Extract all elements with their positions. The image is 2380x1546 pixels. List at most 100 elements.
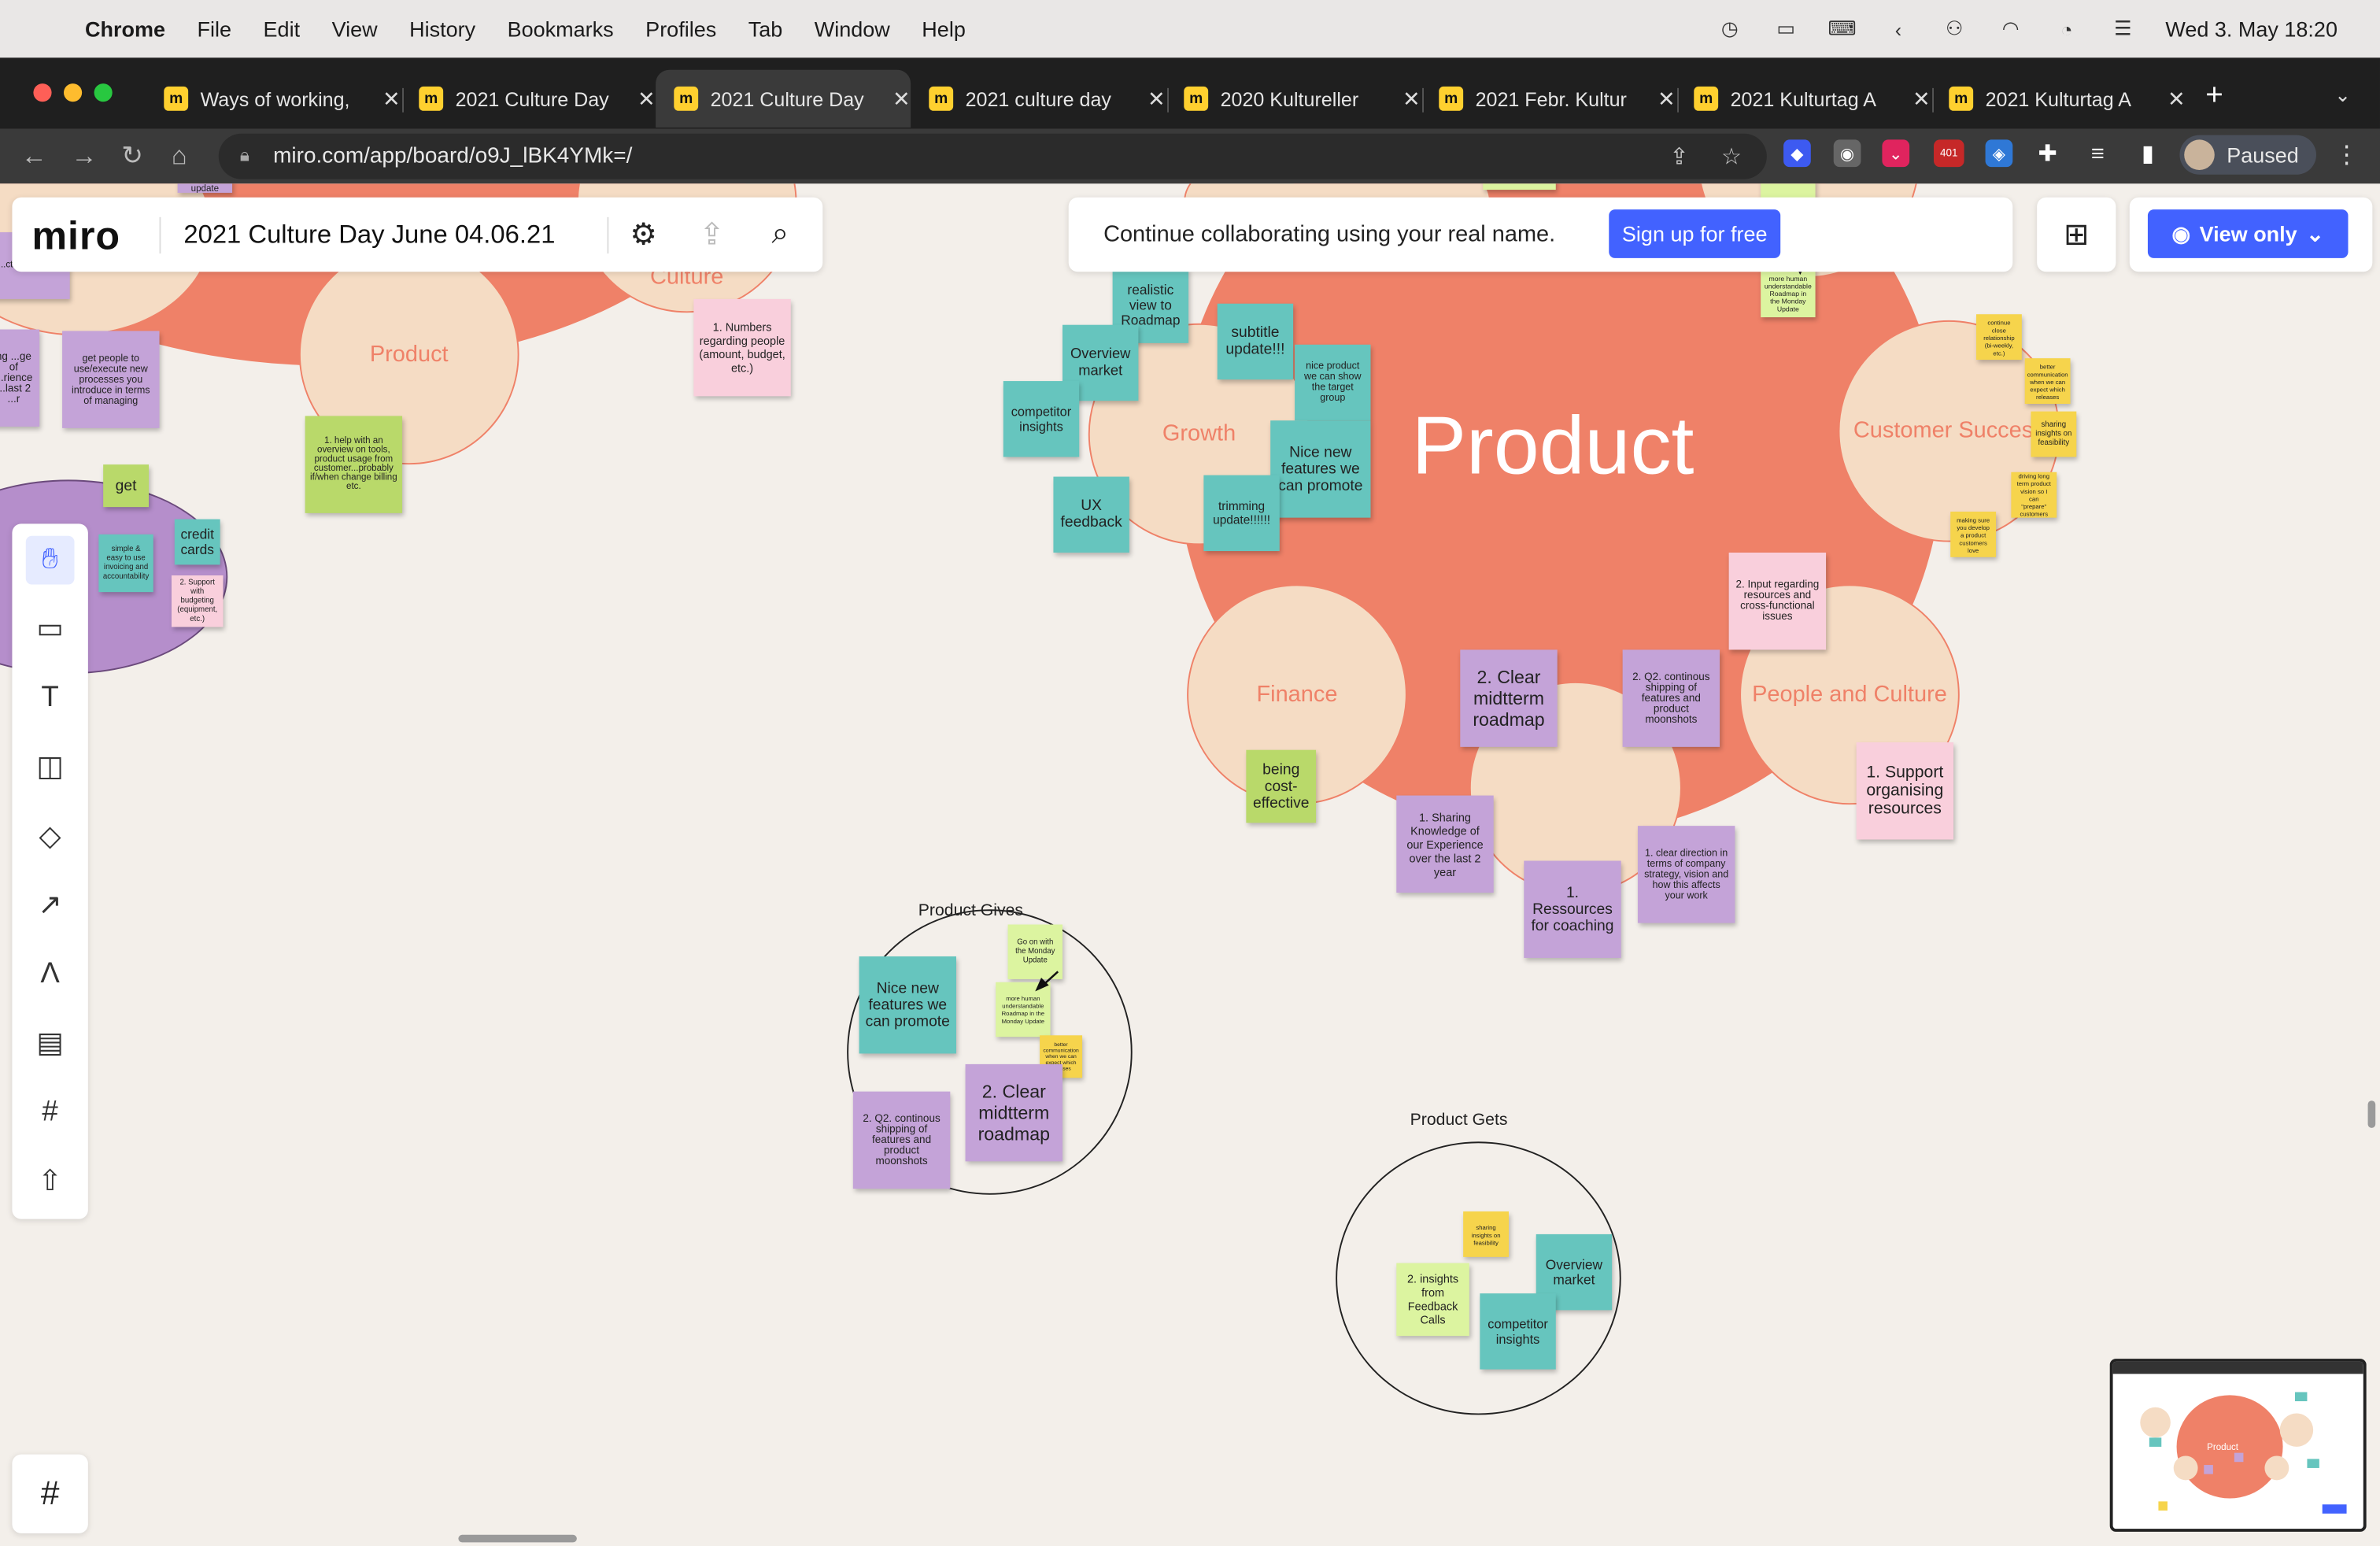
browser-tab-7[interactable]: m 2021 Kulturtag A ✕ xyxy=(1676,70,1931,128)
eye-icon: ◉ xyxy=(2171,220,2191,246)
home-icon[interactable]: ⌂ xyxy=(172,141,187,172)
view-mode-panel: ◉ View only ⌄ xyxy=(2129,197,2373,272)
menu-view[interactable]: View xyxy=(332,17,378,41)
profile-button[interactable]: Paused xyxy=(2179,135,2316,175)
reload-icon[interactable]: ↻ xyxy=(121,141,142,172)
left-toolbar: ✋︎ ▭ T ◫ ◇ ↗ Λ ▤ # ⇧ xyxy=(12,523,88,1219)
share-page-icon[interactable]: ⇪ xyxy=(1669,142,1688,170)
arrowhead-mid xyxy=(1035,977,1049,992)
wifi-icon[interactable]: ◔ xyxy=(2053,17,2081,40)
vertical-scrollbar[interactable] xyxy=(2367,1100,2376,1128)
settings-icon[interactable]: ⚙ xyxy=(626,216,662,252)
window-close-icon[interactable] xyxy=(33,83,52,102)
battery-icon[interactable]: ▭ xyxy=(1772,17,1800,39)
miro-favicon-icon: m xyxy=(419,86,444,111)
url-text[interactable]: miro.com/app/board/o9J_lBK4YMk=/ xyxy=(273,144,632,168)
browser-tab-8[interactable]: m 2021 Kulturtag A ✕ xyxy=(1931,70,2186,128)
chevron-down-icon: ⌄ xyxy=(2306,220,2324,246)
vpn-icon[interactable]: ◠ xyxy=(1997,17,2024,39)
apps-icon[interactable]: ⊞ xyxy=(2037,197,2116,272)
back-icon[interactable]: ← xyxy=(21,141,47,172)
close-tab-icon[interactable]: ✕ xyxy=(893,86,911,112)
browser-tab-4[interactable]: m 2021 culture day ✕ xyxy=(911,70,1166,128)
extension-icon[interactable]: ◉ xyxy=(1833,139,1861,168)
window-zoom-icon[interactable] xyxy=(94,83,113,102)
side-panel-icon[interactable]: ▮ xyxy=(2134,139,2162,167)
menu-history[interactable]: History xyxy=(409,17,475,41)
close-tab-icon[interactable]: ✕ xyxy=(2168,86,2186,112)
miro-favicon-icon: m xyxy=(929,86,954,111)
board-name[interactable]: 2021 Culture Day June 04.06.21 xyxy=(183,220,555,251)
view-only-label: View only xyxy=(2199,221,2297,246)
browser-tab-2[interactable]: m 2021 Culture Day ✕ xyxy=(401,70,656,128)
browser-tab-1[interactable]: m Ways of working, ✕ xyxy=(146,70,401,128)
signup-button[interactable]: Sign up for free xyxy=(1609,209,1781,258)
collaborate-banner: Continue collaborating using your real n… xyxy=(1068,197,2013,272)
pocket-extension-icon[interactable]: ⌄ xyxy=(1882,139,1910,168)
chevron-left-icon[interactable]: ‹ xyxy=(1885,17,1913,40)
address-bar-row: ← → ↻ ⌂ 🔒︎ miro.com/app/board/o9J_lBK4YM… xyxy=(0,128,2380,184)
search-icon[interactable]: ⌕ xyxy=(762,216,798,252)
close-tab-icon[interactable]: ✕ xyxy=(1148,86,1166,112)
miro-favicon-icon: m xyxy=(1949,86,1974,111)
time-machine-icon[interactable]: ◷ xyxy=(1716,17,1743,39)
close-tab-icon[interactable]: ✕ xyxy=(382,86,401,112)
tab-search-chevron-icon[interactable]: ⌄ xyxy=(2334,83,2351,108)
browser-tab-strip: m Ways of working, ✕ m 2021 Culture Day ✕ m2… xyxy=(0,57,2380,129)
comment-icon[interactable]: ▭ xyxy=(26,605,75,653)
shapes-icon[interactable]: ◇ xyxy=(26,812,75,861)
menu-edit[interactable]: Edit xyxy=(264,17,301,41)
control-center-icon[interactable]: ☰ xyxy=(2109,17,2137,39)
miro-board-canvas[interactable]: Product Culture P&L update ...cts your w… xyxy=(0,183,2380,1546)
minimap[interactable]: Product xyxy=(2109,1359,2367,1532)
arrow-icon[interactable]: ↗ xyxy=(26,881,75,930)
miro-top-bar: miro 2021 Culture Day June 04.06.21 ⚙ ⇪ … xyxy=(12,197,823,272)
hand-icon[interactable]: ✋︎ xyxy=(25,535,75,585)
collab-text: Continue collaborating using your real n… xyxy=(1103,221,1556,248)
miro-favicon-icon: m xyxy=(674,86,699,111)
accessibility-icon[interactable]: ⚇ xyxy=(1941,17,1968,39)
lock-icon[interactable]: 🔒︎ xyxy=(240,144,249,167)
pen-icon[interactable]: Λ xyxy=(26,950,75,999)
browser-tab-6[interactable]: m 2021 Febr. Kultur ✕ xyxy=(1421,70,1676,128)
miro-logo[interactable]: miro xyxy=(31,213,120,260)
menu-app-name[interactable]: Chrome xyxy=(85,17,165,41)
menu-profiles[interactable]: Profiles xyxy=(645,17,716,41)
menu-file[interactable]: File xyxy=(198,17,232,41)
bookmark-star-icon[interactable]: ☆ xyxy=(1721,142,1742,170)
menu-tab[interactable]: Tab xyxy=(748,17,783,41)
connector-arrows xyxy=(1035,213,1806,992)
bitwarden-extension-icon[interactable]: ◆ xyxy=(1783,139,1811,168)
share-icon[interactable]: ⇪ xyxy=(693,216,730,252)
menu-datetime[interactable]: Wed 3. May 18:20 xyxy=(2165,17,2338,41)
close-tab-icon[interactable]: ✕ xyxy=(1658,86,1676,112)
text-icon[interactable]: T xyxy=(26,674,75,723)
keyboard-icon[interactable]: ⌨ xyxy=(1828,17,1856,39)
omnibox[interactable]: 🔒︎ miro.com/app/board/o9J_lBK4YMk=/ ⇪ ☆ xyxy=(218,133,1767,179)
close-tab-icon[interactable]: ✕ xyxy=(1913,86,1931,112)
view-only-button[interactable]: ◉ View only ⌄ xyxy=(2147,209,2349,258)
sticky-note-icon[interactable]: ◫ xyxy=(26,742,75,791)
menu-bookmarks[interactable]: Bookmarks xyxy=(508,17,614,41)
frames-panel-icon[interactable]: # xyxy=(12,1454,88,1533)
horizontal-scrollbar[interactable] xyxy=(458,1534,577,1543)
template-icon[interactable]: ▤ xyxy=(26,1019,75,1067)
window-minimize-icon[interactable] xyxy=(63,83,83,102)
close-tab-icon[interactable]: ✕ xyxy=(638,86,656,112)
upload-icon[interactable]: ⇧ xyxy=(26,1157,75,1206)
forward-icon[interactable]: → xyxy=(72,141,98,172)
browser-tab-5[interactable]: m 2020 Kultureller ✕ xyxy=(1166,70,1421,128)
macos-menu-bar: Chrome File Edit View History Bookmarks … xyxy=(0,0,2380,58)
menu-window[interactable]: Window xyxy=(815,17,890,41)
badge-extension-icon[interactable]: 401 xyxy=(1933,139,1964,168)
menu-help[interactable]: Help xyxy=(922,17,966,41)
close-tab-icon[interactable]: ✕ xyxy=(1402,86,1421,112)
frame-icon[interactable]: # xyxy=(26,1089,75,1137)
screen-extension-icon[interactable]: ◈ xyxy=(1985,139,2013,168)
miro-favicon-icon: m xyxy=(1439,86,1464,111)
new-tab-icon[interactable]: + xyxy=(2205,79,2223,113)
browser-tab-3-active[interactable]: m 2021 Culture Day ✕ xyxy=(656,69,911,128)
reading-list-icon[interactable]: ≡ xyxy=(2084,139,2112,167)
chrome-menu-icon[interactable]: ⋮ xyxy=(2334,139,2359,170)
extensions-puzzle-icon[interactable]: ✚ xyxy=(2034,139,2061,167)
